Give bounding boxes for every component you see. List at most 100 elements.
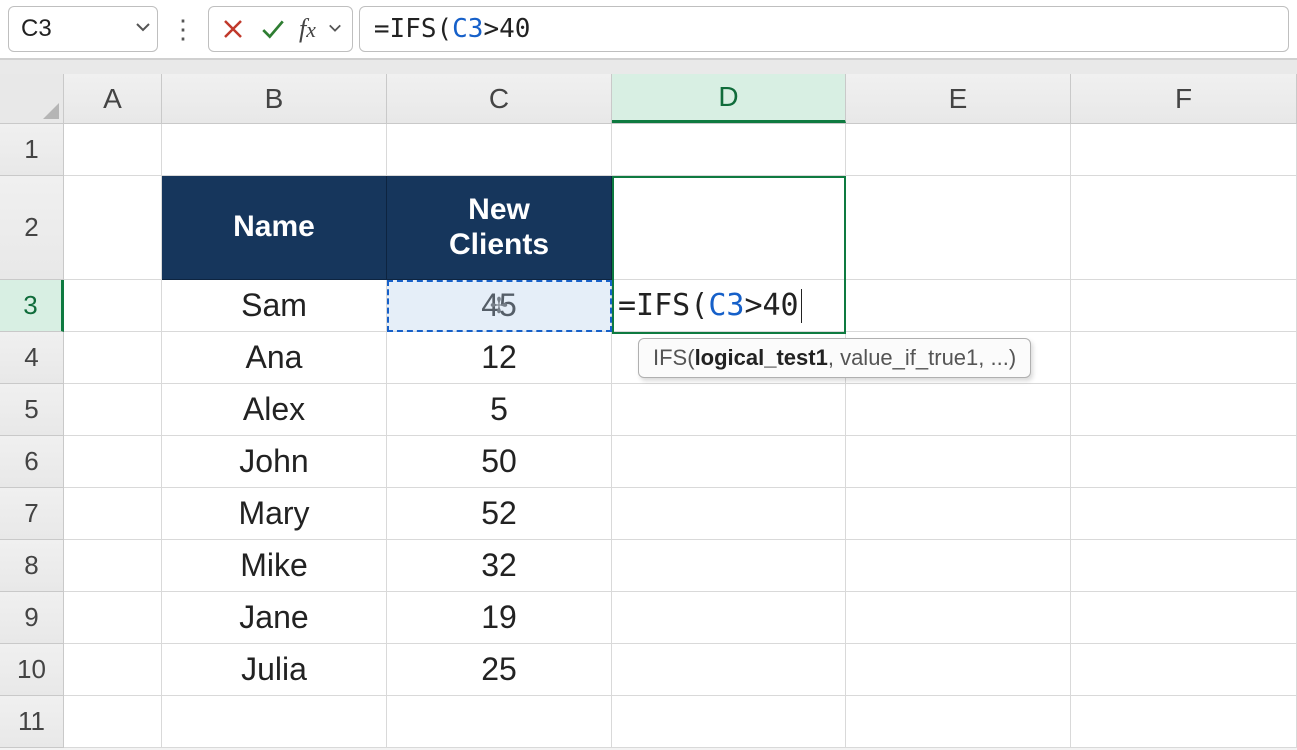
cell-A5[interactable]	[64, 384, 162, 436]
cell-E6[interactable]	[846, 436, 1071, 488]
row-1: 1	[0, 124, 1297, 176]
row-head-7[interactable]: 7	[0, 488, 64, 540]
cell-C6[interactable]: 50	[387, 436, 612, 488]
cell-E9[interactable]	[846, 592, 1071, 644]
cell-A10[interactable]	[64, 644, 162, 696]
row-head-5[interactable]: 5	[0, 384, 64, 436]
row-head-10[interactable]: 10	[0, 644, 64, 696]
cell-A8[interactable]	[64, 540, 162, 592]
cell-E7[interactable]	[846, 488, 1071, 540]
cell-B5[interactable]: Alex	[162, 384, 387, 436]
cell-F8[interactable]	[1071, 540, 1297, 592]
cell-D8[interactable]	[612, 540, 846, 592]
accept-icon[interactable]	[259, 15, 287, 43]
cell-B6[interactable]: John	[162, 436, 387, 488]
formula-input[interactable]: =IFS(C3>40	[359, 6, 1289, 52]
function-tooltip[interactable]: IFS(logical_test1, value_if_true1, ...)	[638, 338, 1031, 378]
fx-chevron-down-icon[interactable]	[328, 19, 342, 40]
row-6: 6 John 50	[0, 436, 1297, 488]
row-head-8[interactable]: 8	[0, 540, 64, 592]
row-head-4[interactable]: 4	[0, 332, 64, 384]
cell-F6[interactable]	[1071, 436, 1297, 488]
row-head-11[interactable]: 11	[0, 696, 64, 748]
cell-E2[interactable]	[846, 176, 1071, 280]
cell-A11[interactable]	[64, 696, 162, 748]
cell-B7[interactable]: Mary	[162, 488, 387, 540]
cell-F10[interactable]	[1071, 644, 1297, 696]
cell-D7[interactable]	[612, 488, 846, 540]
cell-D5[interactable]	[612, 384, 846, 436]
cell-E10[interactable]	[846, 644, 1071, 696]
cell-A6[interactable]	[64, 436, 162, 488]
row-head-2[interactable]: 2	[0, 176, 64, 280]
cell-D3[interactable]: =IFS(C3>40	[612, 280, 846, 332]
name-1: Ana	[246, 339, 303, 376]
cell-B4[interactable]: Ana	[162, 332, 387, 384]
edit-ref: C3	[708, 288, 744, 323]
cell-D11[interactable]	[612, 696, 846, 748]
cell-A2[interactable]	[64, 176, 162, 280]
row-head-3[interactable]: 3	[0, 280, 64, 332]
row-head-1[interactable]: 1	[0, 124, 64, 176]
formula-controls: fx	[208, 6, 353, 52]
cell-C8[interactable]: 32	[387, 540, 612, 592]
cell-F7[interactable]	[1071, 488, 1297, 540]
cell-A7[interactable]	[64, 488, 162, 540]
cell-B8[interactable]: Mike	[162, 540, 387, 592]
select-all-corner[interactable]	[0, 74, 64, 123]
cell-E3[interactable]	[846, 280, 1071, 332]
cell-C5[interactable]: 5	[387, 384, 612, 436]
row-head-9[interactable]: 9	[0, 592, 64, 644]
col-head-D[interactable]: D	[612, 74, 846, 123]
name-box[interactable]: C3	[8, 6, 158, 52]
col-head-F[interactable]: F	[1071, 74, 1297, 123]
cell-C2[interactable]: New Clients	[387, 176, 612, 280]
cell-A3[interactable]	[64, 280, 162, 332]
cell-B9[interactable]: Jane	[162, 592, 387, 644]
chevron-down-icon[interactable]	[135, 19, 151, 40]
cell-C1[interactable]	[387, 124, 612, 176]
cell-D9[interactable]	[612, 592, 846, 644]
cell-A4[interactable]	[64, 332, 162, 384]
cell-F3[interactable]	[1071, 280, 1297, 332]
cell-B2[interactable]: Name	[162, 176, 387, 280]
cell-C10[interactable]: 25	[387, 644, 612, 696]
cell-F2[interactable]	[1071, 176, 1297, 280]
cell-E8[interactable]	[846, 540, 1071, 592]
cell-A1[interactable]	[64, 124, 162, 176]
col-head-A[interactable]: A	[64, 74, 162, 123]
cell-D1[interactable]	[612, 124, 846, 176]
row-head-6[interactable]: 6	[0, 436, 64, 488]
cell-F9[interactable]	[1071, 592, 1297, 644]
cell-D6[interactable]	[612, 436, 846, 488]
cancel-icon[interactable]	[219, 15, 247, 43]
cell-F1[interactable]	[1071, 124, 1297, 176]
cell-D2[interactable]	[612, 176, 846, 280]
cell-C7[interactable]: 52	[387, 488, 612, 540]
cell-E11[interactable]	[846, 696, 1071, 748]
cell-D10[interactable]	[612, 644, 846, 696]
fx-icon[interactable]: fx	[299, 14, 316, 44]
header-name: Name	[233, 210, 315, 245]
vertical-dots-icon[interactable]: ⋮	[164, 6, 202, 52]
cell-A9[interactable]	[64, 592, 162, 644]
cell-C11[interactable]	[387, 696, 612, 748]
col-head-C[interactable]: C	[387, 74, 612, 123]
name-0: Sam	[241, 287, 307, 324]
spreadsheet-grid[interactable]: A B C D E F 1 2 Name New Clients	[0, 74, 1297, 750]
cell-B1[interactable]	[162, 124, 387, 176]
cell-E1[interactable]	[846, 124, 1071, 176]
cell-B11[interactable]	[162, 696, 387, 748]
cell-B3[interactable]: Sam	[162, 280, 387, 332]
cell-C4[interactable]: 12	[387, 332, 612, 384]
col-head-E[interactable]: E	[846, 74, 1071, 123]
cell-C9[interactable]: 19	[387, 592, 612, 644]
cell-B10[interactable]: Julia	[162, 644, 387, 696]
cell-C3[interactable]: 45 ✢	[387, 280, 612, 332]
cell-F11[interactable]	[1071, 696, 1297, 748]
cell-F5[interactable]	[1071, 384, 1297, 436]
col-head-B[interactable]: B	[162, 74, 387, 123]
cell-F4[interactable]	[1071, 332, 1297, 384]
row-5: 5 Alex 5	[0, 384, 1297, 436]
cell-E5[interactable]	[846, 384, 1071, 436]
